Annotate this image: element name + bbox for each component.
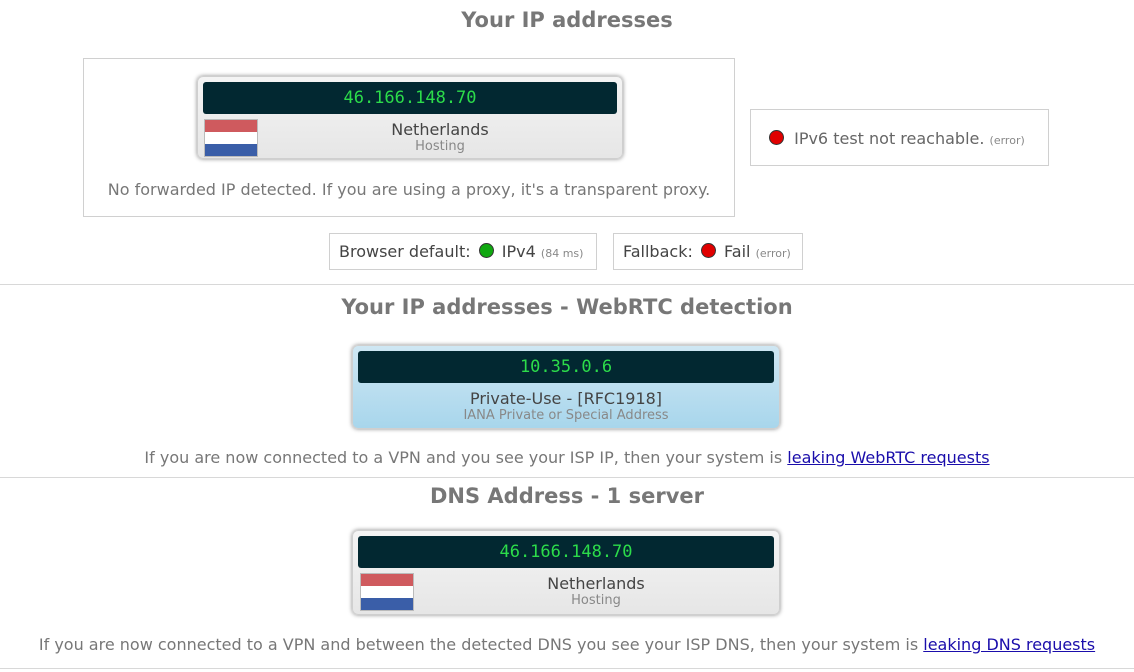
error-status-icon	[769, 130, 784, 145]
section-divider	[0, 477, 1134, 478]
browser-default-detail: (84 ms)	[540, 247, 584, 260]
webrtc-ip-name: Private-Use - [RFC1918]	[469, 389, 663, 408]
webrtc-note-text: If you are now connected to a VPN and yo…	[144, 448, 788, 467]
ip-address[interactable]: 46.166.148.70	[203, 82, 617, 114]
leaking-dns-link[interactable]: leaking DNS requests	[923, 635, 1095, 654]
leaking-webrtc-link[interactable]: leaking WebRTC requests	[787, 448, 989, 467]
dns-country-name: Netherlands	[547, 574, 645, 593]
webrtc-note: If you are now connected to a VPN and yo…	[0, 448, 1134, 467]
dns-ip-address[interactable]: 46.166.148.70	[358, 536, 774, 568]
dns-note: If you are now connected to a VPN and be…	[0, 635, 1134, 654]
section-heading-webrtc: Your IP addresses - WebRTC detection	[341, 295, 793, 319]
fallback-label: Fallback:	[623, 242, 693, 261]
fallback-value: Fail	[724, 242, 751, 261]
ipv6-status-text: IPv6 test not reachable.	[794, 129, 985, 148]
netherlands-flag-icon	[204, 119, 258, 157]
dns-ip-card: 46.166.148.70 Netherlands Hosting	[352, 530, 780, 615]
netherlands-flag-icon	[360, 573, 414, 611]
dns-note-text: If you are now connected to a VPN and be…	[38, 635, 924, 654]
ok-status-icon	[478, 243, 494, 258]
ipv6-detail: (error)	[989, 134, 1025, 147]
ipv6-box: IPv6 test not reachable. (error)	[750, 109, 1049, 166]
section-divider	[0, 284, 1134, 285]
dns-ip-type: Hosting	[571, 593, 621, 608]
webrtc-ip-sub: IANA Private or Special Address	[463, 408, 669, 423]
forward-note: No forwarded IP detected. If you are usi…	[107, 180, 711, 199]
fail-status-icon	[700, 243, 716, 258]
fallback-box: Fallback: Fail (error)	[613, 233, 803, 270]
country-name: Netherlands	[391, 120, 489, 139]
ip-results-box: 46.166.148.70 Netherlands Hosting No for…	[83, 58, 735, 217]
browser-default-label: Browser default:	[339, 242, 471, 261]
section-divider	[0, 668, 1134, 669]
fallback-detail: (error)	[755, 247, 791, 260]
section-heading-ip-addresses: Your IP addresses	[461, 8, 673, 32]
browser-default-box: Browser default: IPv4 (84 ms)	[329, 233, 597, 270]
ip-card: 46.166.148.70 Netherlands Hosting	[197, 76, 623, 159]
section-heading-dns: DNS Address - 1 server	[429, 484, 704, 508]
webrtc-ip-address[interactable]: 10.35.0.6	[358, 351, 774, 383]
ip-type: Hosting	[415, 139, 465, 154]
webrtc-ip-card: 10.35.0.6 Private-Use - [RFC1918] IANA P…	[352, 345, 780, 429]
browser-default-value: IPv4	[501, 242, 536, 261]
